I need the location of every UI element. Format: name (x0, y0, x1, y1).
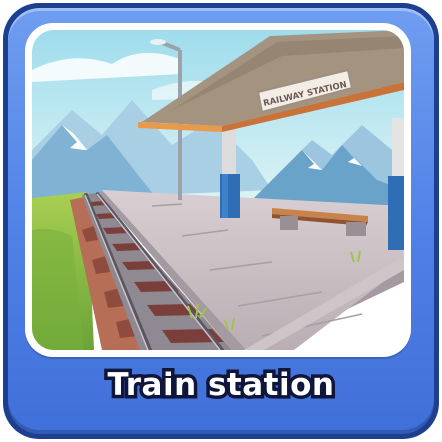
train-station-illustration: RAILWAY STATION (32, 30, 404, 350)
card-title: Train station (104, 364, 337, 407)
scene-frame: RAILWAY STATION (25, 23, 411, 357)
level-card[interactable]: RAILWAY STATION Train station (3, 3, 439, 439)
